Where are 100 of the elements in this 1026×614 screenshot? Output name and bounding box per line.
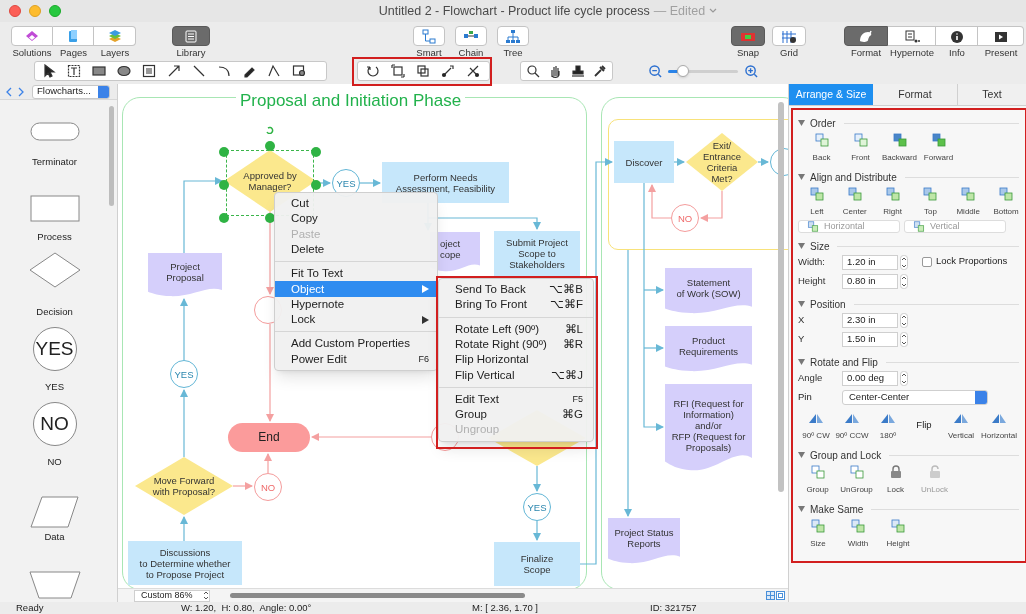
panel-button[interactable]: Top bbox=[911, 187, 950, 218]
menu-item[interactable]: Group ⌘G bbox=[439, 407, 593, 423]
connector-arrow bbox=[180, 516, 188, 542]
lock-proportions-checkbox[interactable]: Lock Proportions bbox=[922, 254, 1008, 269]
panel-button[interactable]: Size bbox=[798, 519, 838, 550]
shortcut-label: ⌘G bbox=[562, 407, 583, 423]
menu-item[interactable]: Lock bbox=[275, 312, 437, 328]
selection-handle[interactable] bbox=[219, 180, 229, 190]
connector-arrow bbox=[673, 158, 685, 166]
connector-arrow bbox=[232, 482, 253, 490]
shortcut-label: ⌥⌘B bbox=[549, 282, 583, 298]
panel-button[interactable]: Horizontal bbox=[980, 411, 1018, 442]
menu-item[interactable]: Flip Vertical ⌥⌘J bbox=[439, 367, 593, 383]
zoom-in-icon[interactable] bbox=[745, 64, 758, 78]
library-dropdown[interactable]: Flowcharts... bbox=[32, 84, 110, 99]
panel-button[interactable]: 180º bbox=[870, 411, 906, 442]
process-box: Submit Project Scope to Stakeholders bbox=[494, 231, 580, 276]
pin-select[interactable]: Center-Center bbox=[842, 390, 988, 405]
zoom-slider[interactable] bbox=[668, 65, 738, 77]
disclosure-triangle-icon[interactable] bbox=[798, 243, 805, 249]
panel-button[interactable]: 90º CCW bbox=[834, 411, 870, 442]
selection-handle[interactable] bbox=[219, 147, 229, 157]
panel-button[interactable]: Lock bbox=[876, 465, 915, 496]
selection-handle[interactable] bbox=[311, 147, 321, 157]
process-box: Finalize Scope bbox=[494, 542, 580, 586]
panel-button[interactable]: Back bbox=[802, 133, 841, 164]
horizontal-scrollbar[interactable] bbox=[230, 593, 525, 598]
panel-button[interactable]: Center bbox=[835, 187, 874, 218]
tab[interactable]: Text bbox=[958, 84, 1026, 105]
panel-button[interactable]: Height bbox=[878, 519, 918, 550]
disclosure-triangle-icon[interactable] bbox=[798, 359, 805, 365]
zoom-button[interactable] bbox=[49, 5, 61, 17]
disclosure-triangle-icon[interactable] bbox=[798, 174, 805, 180]
menu-item[interactable]: Rotate Right (90º) ⌘R bbox=[439, 336, 593, 353]
forward-icon[interactable] bbox=[17, 86, 24, 97]
fit-page-icon[interactable] bbox=[766, 591, 775, 600]
panel-button[interactable]: Middle bbox=[949, 187, 988, 218]
panel-button[interactable]: Forward bbox=[919, 133, 958, 164]
number-field[interactable]: 0.00 deg bbox=[842, 371, 898, 386]
rotate-handle-icon[interactable] bbox=[265, 126, 275, 134]
panel-button[interactable]: Group bbox=[798, 465, 837, 496]
align-squares-icon bbox=[999, 187, 1014, 201]
menu-item[interactable]: Send To Back ⌥⌘B bbox=[439, 282, 593, 298]
decision-diamond: Move Forward with Proposal? bbox=[135, 457, 233, 515]
number-field[interactable]: 1.50 in bbox=[842, 332, 898, 347]
back-icon[interactable] bbox=[6, 86, 13, 97]
connector-arrow bbox=[180, 389, 188, 458]
panel-button[interactable]: Front bbox=[841, 133, 880, 164]
library-scrollbar[interactable] bbox=[109, 106, 114, 206]
window-title: Untitled 2 - Flowchart - Product life cycle process bbox=[378, 2, 650, 20]
data-shape-icon bbox=[27, 495, 82, 529]
panel-button[interactable]: UnGroup bbox=[837, 465, 876, 496]
stepper-icon[interactable] bbox=[202, 591, 209, 600]
zoom-out-icon[interactable] bbox=[649, 64, 662, 78]
stack-squares-icon bbox=[892, 133, 907, 147]
menu-item[interactable]: Bring To Front ⌥⌘F bbox=[439, 297, 593, 313]
menu-item[interactable]: Edit Text F5 bbox=[439, 391, 593, 408]
align-squares-icon bbox=[885, 187, 900, 201]
connector-arrow bbox=[700, 190, 723, 222]
actual-size-icon[interactable] bbox=[776, 591, 785, 600]
menu-item[interactable]: Add Custom Properties bbox=[275, 336, 437, 352]
tab[interactable]: Format bbox=[873, 84, 958, 105]
section-title: Size bbox=[810, 239, 830, 254]
disclosure-triangle-icon[interactable] bbox=[798, 301, 805, 307]
panel-button[interactable]: Vertical bbox=[942, 411, 980, 442]
menu-item[interactable]: Power Edit F6 bbox=[275, 351, 437, 367]
stack-squares-icon bbox=[931, 133, 946, 147]
stack-squares-icon bbox=[853, 133, 868, 147]
panel-button[interactable]: Width bbox=[838, 519, 878, 550]
shapes-icon bbox=[24, 28, 40, 44]
panel-button[interactable]: 90º CW bbox=[798, 411, 834, 442]
connector-arrow bbox=[533, 520, 541, 541]
menu-item[interactable]: Copy bbox=[275, 211, 437, 227]
menu-item[interactable]: Hypernote bbox=[275, 296, 437, 313]
field-label: Pin bbox=[798, 390, 813, 405]
panel-button[interactable]: Backward bbox=[880, 133, 919, 164]
number-field[interactable]: 1.20 in bbox=[842, 255, 898, 270]
section-title: Position bbox=[810, 297, 846, 312]
panel-button[interactable]: Left bbox=[798, 187, 836, 218]
section-title: Align and Distribute bbox=[810, 170, 897, 185]
vertical-scrollbar[interactable] bbox=[778, 102, 784, 492]
menu-item[interactable]: Rotate Left (90º) ⌘L bbox=[439, 321, 593, 337]
distribute-icon bbox=[913, 221, 925, 232]
menu-item[interactable]: Flip Horizontal bbox=[439, 352, 593, 368]
number-field[interactable]: 2.30 in bbox=[842, 313, 898, 328]
selection-handle[interactable] bbox=[265, 141, 275, 151]
selection-handle[interactable] bbox=[219, 213, 229, 223]
chevron-down-icon[interactable] bbox=[709, 8, 718, 14]
document-shape: Statement of Work (SOW) bbox=[665, 268, 752, 314]
close-button[interactable] bbox=[9, 5, 21, 17]
padlock-icon bbox=[928, 465, 941, 479]
disclosure-triangle-icon[interactable] bbox=[798, 452, 805, 458]
panel-button[interactable]: Bottom bbox=[987, 187, 1025, 218]
disclosure-triangle-icon[interactable] bbox=[798, 120, 805, 126]
no-circle-shape-icon: NO bbox=[32, 402, 77, 446]
zoom-select[interactable]: Custom 86% bbox=[134, 589, 210, 602]
number-field[interactable]: 0.80 in bbox=[842, 274, 898, 289]
panel-button[interactable]: Right bbox=[873, 187, 912, 218]
selection-handle[interactable] bbox=[311, 180, 321, 190]
disclosure-triangle-icon[interactable] bbox=[798, 506, 805, 512]
